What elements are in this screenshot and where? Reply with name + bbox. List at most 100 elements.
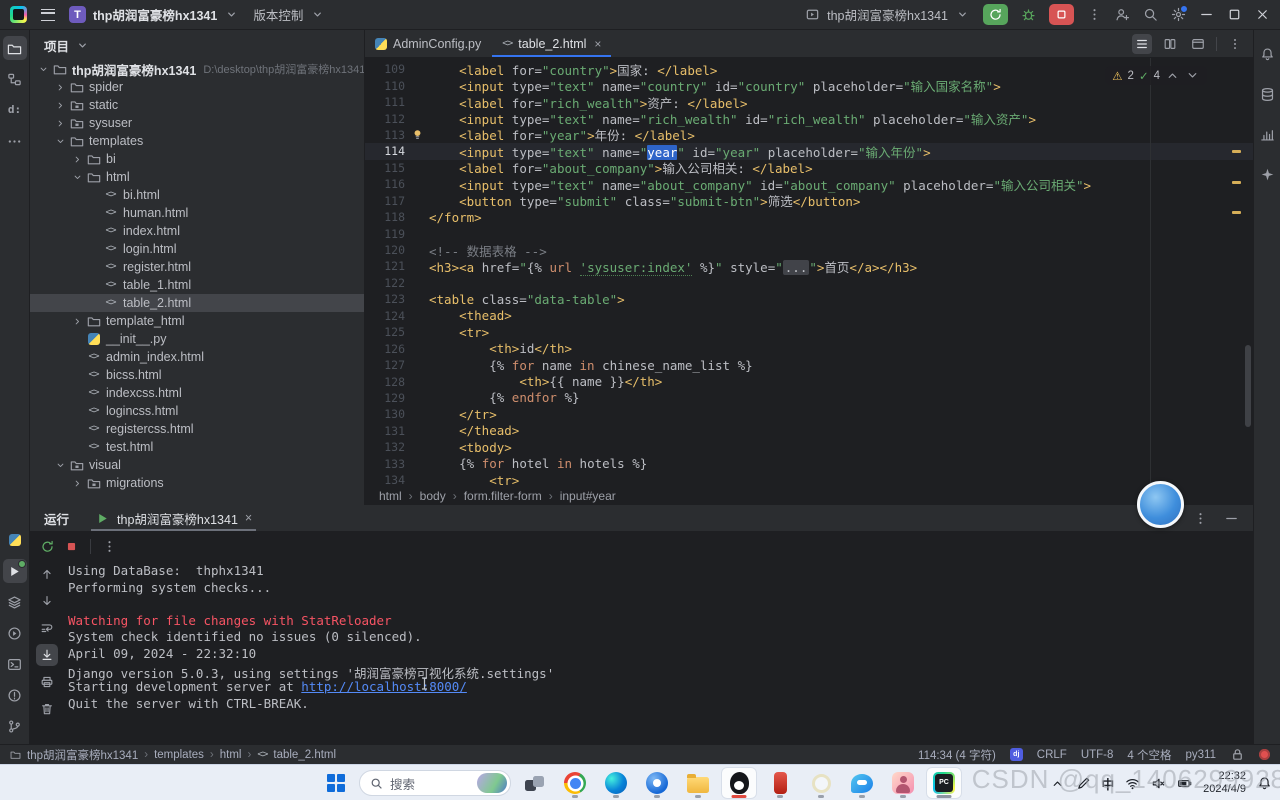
tree-item-visual[interactable]: visual: [30, 456, 364, 474]
code-line-115[interactable]: 115 <label for="about_company">输入公司相关: <…: [365, 160, 1253, 176]
taskbar-app-file-explorer[interactable]: [680, 767, 716, 799]
code-line-131[interactable]: 131 </thead>: [365, 423, 1253, 439]
tree-item-logincss.html[interactable]: <>logincss.html: [30, 402, 364, 420]
code-line-114[interactable]: 114 <input type="text" name="year" id="y…: [365, 143, 1253, 159]
breadcrumb-item[interactable]: body: [420, 489, 446, 503]
tool-window-button-terminal[interactable]: [3, 652, 27, 676]
project-panel-header[interactable]: 项目: [30, 30, 364, 60]
close-button[interactable]: [1255, 7, 1270, 22]
stripe-button-ai-assistant[interactable]: [1255, 162, 1279, 186]
code-line-117[interactable]: 117 <button type="submit" class="submit-…: [365, 193, 1253, 209]
stripe-button-endpoints[interactable]: [1255, 122, 1279, 146]
search-icon[interactable]: [1143, 7, 1158, 22]
rerun-button[interactable]: [983, 4, 1008, 25]
tree-item-bi[interactable]: bi: [30, 150, 364, 168]
tree-item-template_html[interactable]: template_html: [30, 312, 364, 330]
tree-item-registercss.html[interactable]: <>registercss.html: [30, 420, 364, 438]
tree-item-__init__.py[interactable]: __init__.py: [30, 330, 364, 348]
code-line-121[interactable]: 121<h3><a href="{% url 'sysuser:index' %…: [365, 258, 1253, 274]
code-line-130[interactable]: 130 </tr>: [365, 406, 1253, 422]
ime-indicator[interactable]: 中: [1102, 774, 1115, 793]
tool-window-button-python-packages[interactable]: [3, 528, 27, 552]
rerun-icon[interactable]: [40, 539, 55, 554]
maximize-button[interactable]: [1227, 7, 1242, 22]
preview-icon[interactable]: [1188, 34, 1208, 54]
stripe-button-database[interactable]: [1255, 82, 1279, 106]
code-area[interactable]: 109 <label for="country">国家: </label>110…: [365, 58, 1253, 486]
django-icon[interactable]: dj: [1010, 748, 1023, 761]
breadcrumb-item[interactable]: form.filter-form: [464, 489, 542, 503]
code-line-122[interactable]: 122: [365, 275, 1253, 291]
run-config-widget[interactable]: thp胡润富豪榜hx1341: [805, 5, 970, 24]
run-tab[interactable]: thp胡润富豪榜hx1341 ×: [91, 505, 256, 531]
run-panel-more-icon[interactable]: [1193, 511, 1208, 526]
tree-chevron-icon[interactable]: [70, 316, 85, 327]
tree-chevron-icon[interactable]: [53, 136, 68, 147]
tree-chevron-icon[interactable]: [70, 478, 85, 489]
interpreter[interactable]: py311: [1186, 749, 1216, 761]
status-breadcrumb-item[interactable]: templates: [154, 749, 204, 761]
tree-item-templates[interactable]: templates: [30, 132, 364, 150]
more-actions-icon[interactable]: [1087, 7, 1102, 22]
code-line-116[interactable]: 116 <input type="text" name="about_compa…: [365, 176, 1253, 192]
tool-window-button-services[interactable]: [3, 590, 27, 614]
tool-window-button-structure[interactable]: [3, 67, 27, 91]
settings-button[interactable]: [1171, 7, 1186, 22]
console-more-icon[interactable]: [102, 539, 117, 554]
taskbar-app-red-app[interactable]: [762, 767, 798, 799]
layout-list-icon[interactable]: [1132, 34, 1152, 54]
editor-more-icon[interactable]: [1225, 34, 1245, 54]
main-menu-icon[interactable]: [41, 9, 55, 21]
code-line-129[interactable]: 129 {% endfor %}: [365, 390, 1253, 406]
debug-button[interactable]: [1021, 7, 1036, 22]
status-breadcrumb[interactable]: thp胡润富豪榜hx1341›templates›html›<>table_2.…: [10, 747, 336, 763]
start-button[interactable]: [318, 767, 354, 799]
tool-window-button-project[interactable]: [3, 36, 27, 60]
tree-chevron-icon[interactable]: [53, 118, 68, 129]
stop-icon[interactable]: [64, 539, 79, 554]
tool-window-button-version-control[interactable]: [3, 714, 27, 738]
code-line-118[interactable]: 118</form>: [365, 209, 1253, 225]
code-line-119[interactable]: 119: [365, 225, 1253, 241]
tree-item-test.html[interactable]: <>test.html: [30, 438, 364, 456]
tool-window-button-d-tool[interactable]: d:: [3, 98, 27, 122]
prev-occurrence-icon[interactable]: [36, 563, 58, 585]
tree-item-html[interactable]: html: [30, 168, 364, 186]
breadcrumb-item[interactable]: html: [379, 489, 402, 503]
code-line-124[interactable]: 124 <thead>: [365, 308, 1253, 324]
code-line-112[interactable]: 112 <input type="text" name="rich_wealth…: [365, 110, 1253, 126]
code-line-133[interactable]: 133 {% for hotel in hotels %}: [365, 456, 1253, 472]
pen-icon[interactable]: [1076, 776, 1091, 791]
caret-position[interactable]: 114:34 (4 字符): [918, 747, 996, 763]
next-occurrence-icon[interactable]: [36, 590, 58, 612]
vcs-widget[interactable]: 版本控制: [253, 5, 325, 24]
code-line-111[interactable]: 111 <label for="rich_wealth">资产: </label…: [365, 94, 1253, 110]
editor-scrollbar[interactable]: [1245, 345, 1251, 427]
code-line-120[interactable]: 120<!-- 数据表格 -->: [365, 242, 1253, 258]
code-line-125[interactable]: 125 <tr>: [365, 324, 1253, 340]
tree-chevron-icon[interactable]: [70, 154, 85, 165]
tree-chevron-icon[interactable]: [53, 82, 68, 93]
print-icon[interactable]: [36, 671, 58, 693]
tool-window-button-python-console[interactable]: [3, 621, 27, 645]
editor-tab-table_2.html[interactable]: <>table_2.html×: [492, 30, 612, 57]
tree-chevron-icon[interactable]: [36, 64, 51, 75]
encoding[interactable]: UTF-8: [1081, 749, 1114, 761]
code-line-113[interactable]: 113 <label for="year">年份: </label>: [365, 127, 1253, 143]
breadcrumb-item[interactable]: input#year: [560, 489, 616, 503]
wifi-icon[interactable]: [1125, 776, 1140, 791]
tree-item-table_2.html[interactable]: <>table_2.html: [30, 294, 364, 312]
volume-muted-icon[interactable]: [1151, 776, 1166, 791]
close-icon[interactable]: ×: [245, 511, 252, 525]
tree-item-index.html[interactable]: <>index.html: [30, 222, 364, 240]
taskbar-app-contacts-app[interactable]: [885, 767, 921, 799]
status-breadcrumb-item[interactable]: html: [220, 749, 242, 761]
status-breadcrumb-item[interactable]: thp胡润富豪榜hx1341: [27, 747, 138, 763]
console-output[interactable]: Using DataBase: thphx1341Performing syst…: [68, 563, 1243, 744]
soft-wrap-icon[interactable]: [36, 617, 58, 639]
lock-icon[interactable]: [1230, 747, 1245, 762]
indent-setting[interactable]: 4 个空格: [1127, 747, 1171, 763]
code-line-132[interactable]: 132 <tbody>: [365, 439, 1253, 455]
code-line-123[interactable]: 123<table class="data-table">: [365, 291, 1253, 307]
hide-panel-icon[interactable]: [1224, 511, 1239, 526]
